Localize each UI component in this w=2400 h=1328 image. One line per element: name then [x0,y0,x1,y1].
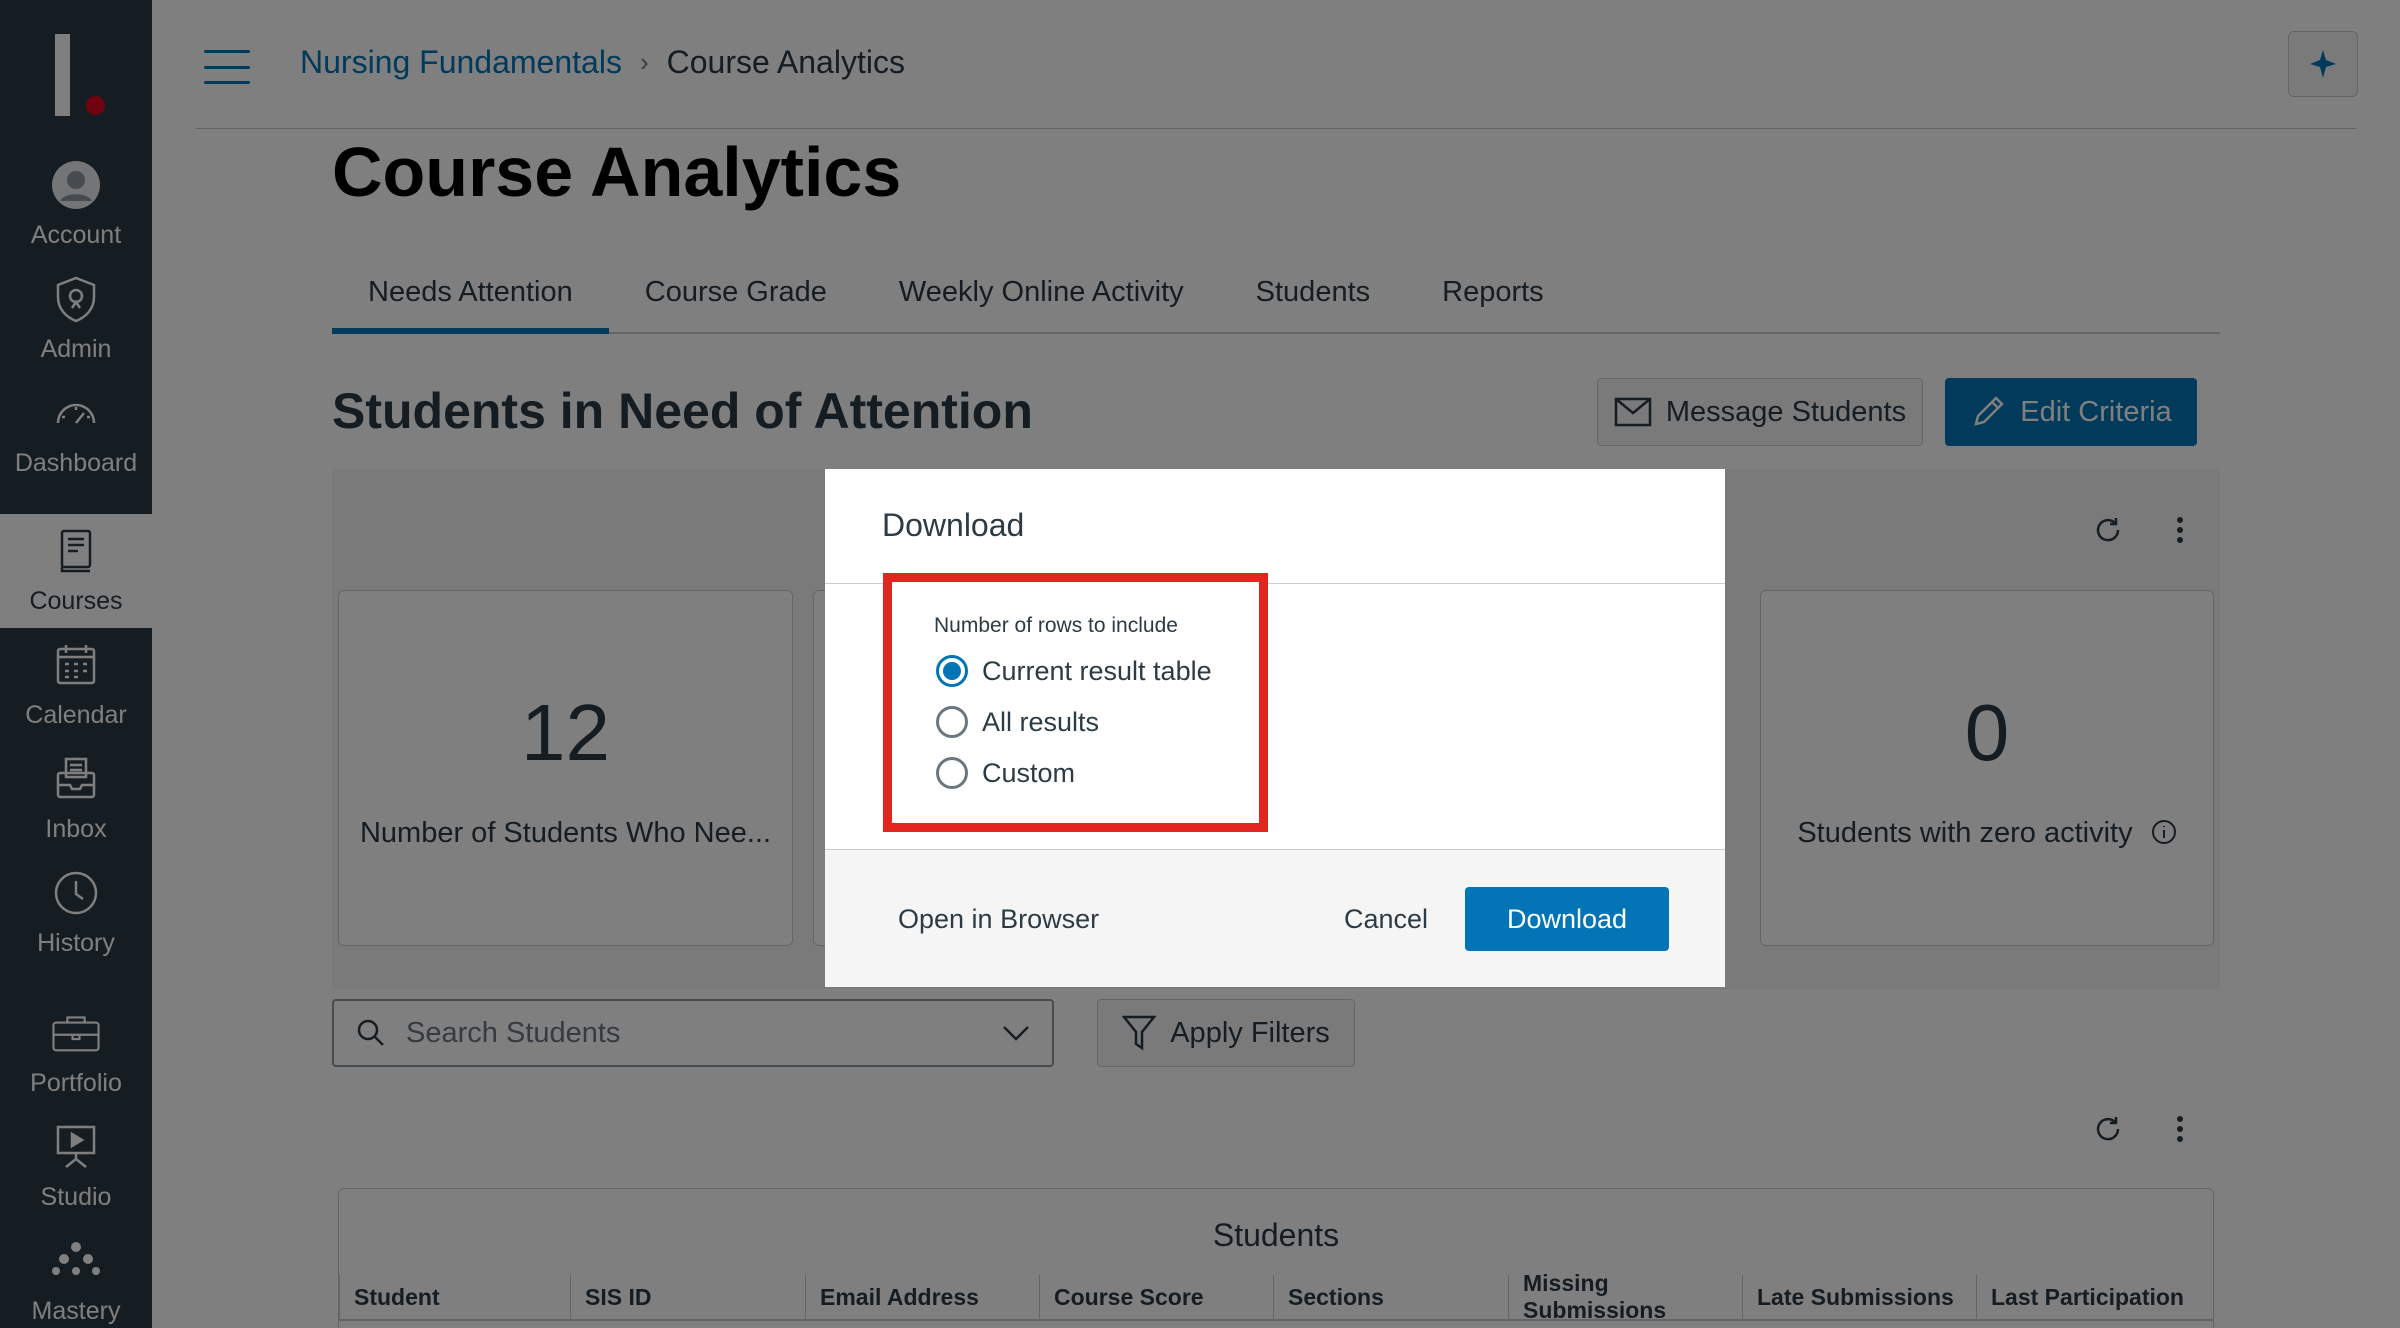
radio-label: Current result table [982,655,1212,686]
rows-group-label: Number of rows to include [934,614,1178,637]
open-in-browser-button[interactable]: Open in Browser [898,887,1099,951]
radio-label: Custom [982,757,1076,788]
radio-button[interactable] [936,757,968,789]
radio-all-results[interactable]: All results [936,702,1099,742]
radio-button[interactable] [936,706,968,738]
radio-button-checked[interactable] [936,655,968,687]
radio-current-result-table[interactable]: Current result table [936,651,1212,691]
dialog-title: Download [882,507,1025,543]
dialog-footer-divider [825,849,1725,850]
download-button[interactable]: Download [1465,887,1669,951]
cancel-button[interactable]: Cancel [1344,887,1428,951]
radio-custom[interactable]: Custom [936,753,1075,793]
radio-label: All results [982,706,1100,737]
rows-option-group: Number of rows to include Current result… [883,573,1268,832]
